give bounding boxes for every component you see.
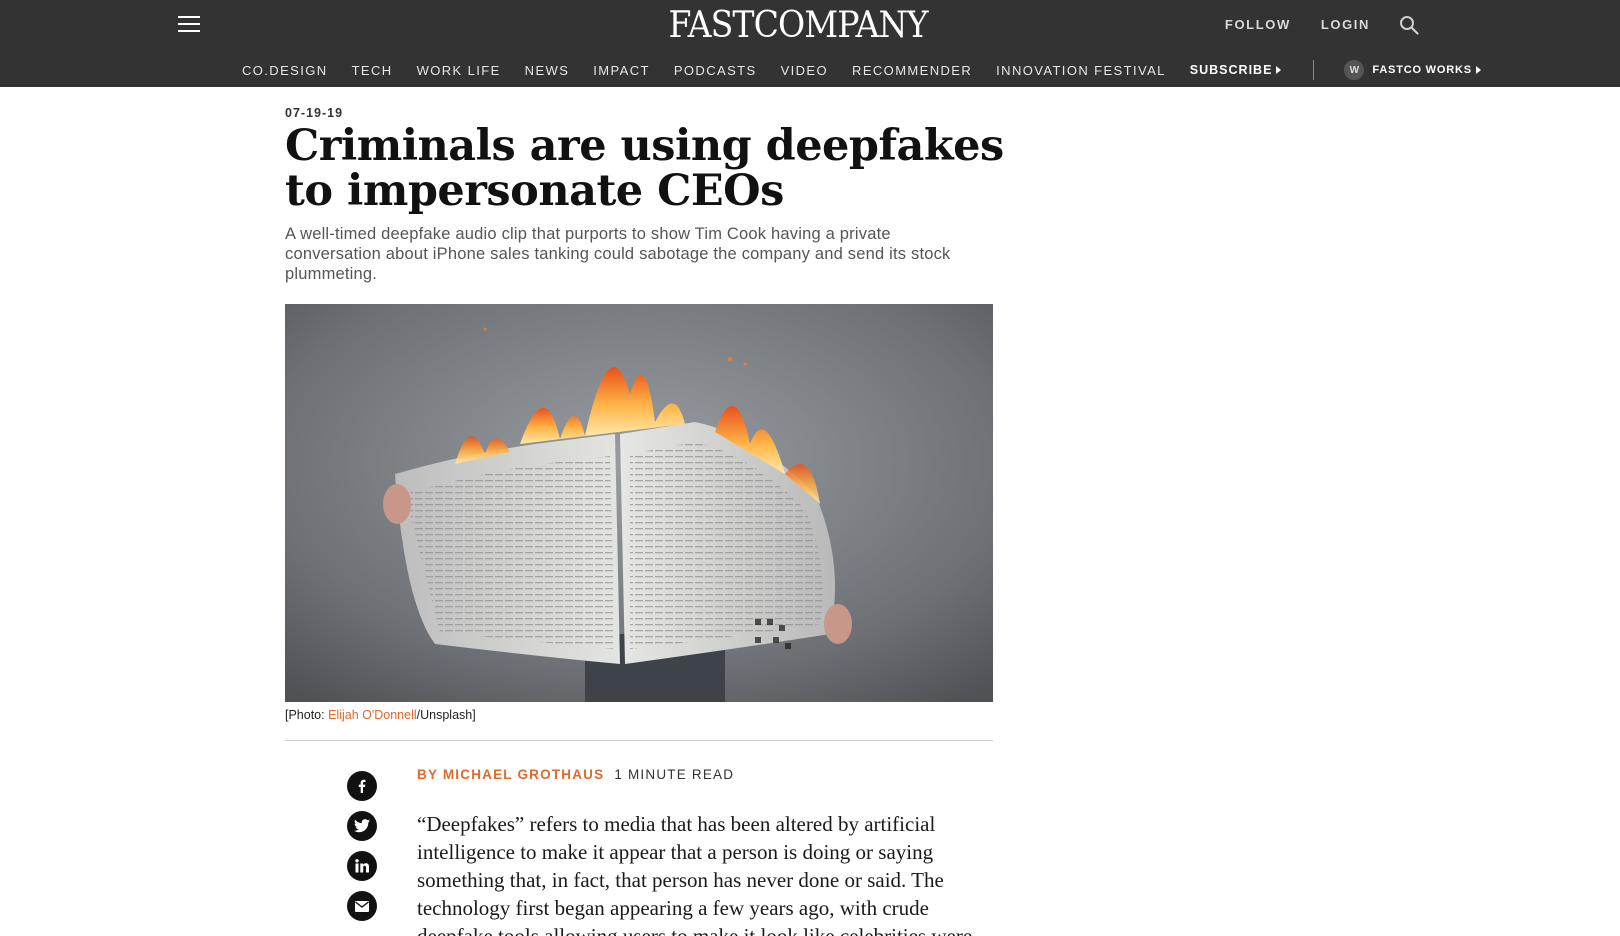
- nav-item-video[interactable]: VIDEO: [781, 63, 828, 78]
- photo-credit-link[interactable]: Elijah O'Donnell: [328, 708, 417, 722]
- follow-link[interactable]: FOLLOW: [1225, 17, 1291, 32]
- hamburger-menu-icon[interactable]: [178, 16, 200, 34]
- article-headline: Criminals are using deepfakes to imperso…: [285, 121, 1004, 216]
- site-logo[interactable]: FASTCOMPANY: [668, 4, 928, 46]
- fastco-works-label-wrap: FASTCO WORKS: [1372, 64, 1481, 76]
- article-body-paragraph: “Deepfakes” refers to media that has bee…: [417, 812, 973, 936]
- email-icon: [355, 900, 369, 912]
- section-nav: CO.DESIGN TECH WORK LIFE NEWS IMPACT POD…: [242, 60, 1481, 80]
- nav-divider: [1313, 60, 1315, 80]
- article-dek: A well-timed deepfake audio clip that pu…: [285, 225, 951, 283]
- caret-right-icon: [1276, 66, 1282, 74]
- nav-item-tech[interactable]: TECH: [352, 63, 393, 78]
- facebook-icon: [358, 779, 366, 793]
- nav-item-news[interactable]: NEWS: [525, 63, 570, 78]
- read-time: 1 MINUTE READ: [614, 767, 735, 782]
- linkedin-icon: [355, 859, 369, 873]
- subscribe-link[interactable]: SUBSCRIBE: [1190, 63, 1282, 77]
- linkedin-share-button[interactable]: [347, 851, 377, 881]
- hero-image: [285, 304, 993, 702]
- login-link[interactable]: LOGIN: [1321, 17, 1370, 32]
- article-date: 07-19-19: [285, 106, 344, 120]
- article-byline: BY MICHAEL GROTHAUS 1 MINUTE READ: [417, 767, 734, 782]
- caption-suffix: /Unsplash]: [416, 708, 476, 722]
- nav-item-work-life[interactable]: WORK LIFE: [417, 63, 501, 78]
- subscribe-label: SUBSCRIBE: [1189, 63, 1273, 77]
- caption-prefix: [Photo:: [285, 708, 329, 722]
- divider: [285, 740, 993, 741]
- fastco-works-link[interactable]: W FASTCO WORKS: [1344, 60, 1481, 80]
- works-badge-icon: W: [1344, 60, 1365, 80]
- nav-item-impact[interactable]: IMPACT: [593, 63, 650, 78]
- caret-right-icon: [1475, 66, 1481, 74]
- search-icon[interactable]: [1399, 15, 1419, 35]
- nav-item-recommender[interactable]: RECOMMENDER: [852, 63, 972, 78]
- nav-item-co-design[interactable]: CO.DESIGN: [242, 63, 328, 78]
- email-share-button[interactable]: [347, 891, 377, 921]
- twitter-icon: [354, 819, 370, 833]
- fastco-works-label: FASTCO WORKS: [1372, 64, 1472, 76]
- burning-newspaper-illustration: [285, 304, 993, 702]
- account-links: FOLLOW LOGIN: [1225, 17, 1370, 32]
- nav-item-innovation-festival[interactable]: INNOVATION FESTIVAL: [996, 63, 1166, 78]
- author-link[interactable]: BY MICHAEL GROTHAUS: [417, 767, 604, 782]
- photo-caption: [Photo: Elijah O'Donnell/Unsplash]: [285, 708, 476, 722]
- twitter-share-button[interactable]: [347, 811, 377, 841]
- facebook-share-button[interactable]: [347, 771, 377, 801]
- site-header: FASTCOMPANY FOLLOW LOGIN CO.DESIGN TECH …: [0, 0, 1620, 87]
- nav-item-podcasts[interactable]: PODCASTS: [674, 63, 757, 78]
